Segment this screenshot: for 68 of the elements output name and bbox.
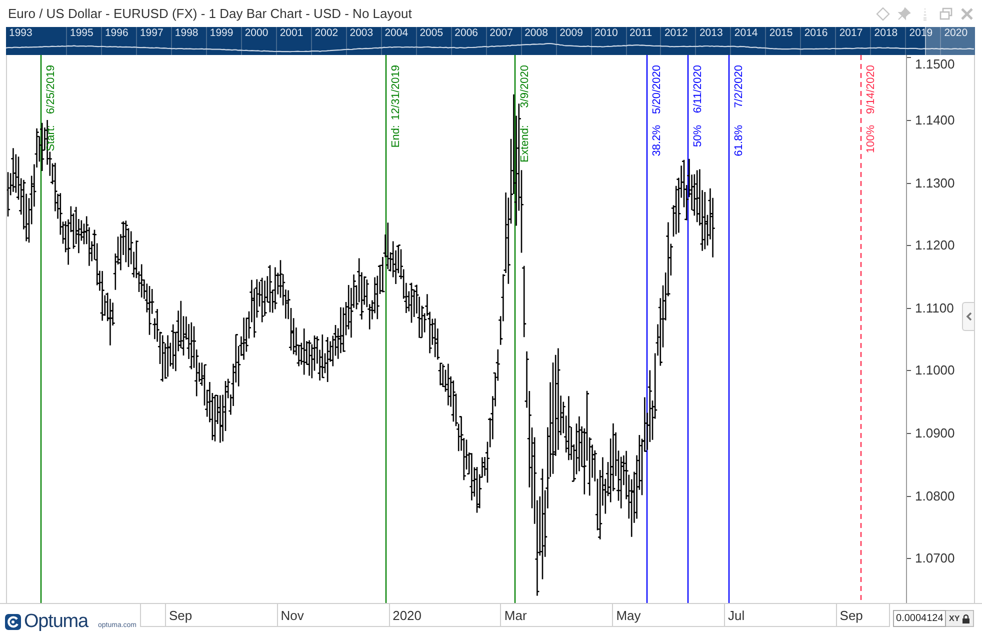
price-tick-label: 1.1200 [915,238,955,253]
year-label: 2011 [630,27,652,39]
year-label: 1996 [104,27,128,39]
cycle-name-label: 50% [692,125,704,148]
diamond-icon[interactable] [876,6,890,20]
price-tick-label: 1.1000 [915,362,955,378]
year-label: 2018 [874,27,898,39]
chevron-left-icon [966,312,972,321]
year-label: 2009 [560,27,583,39]
cycle-name-label: 100% [865,125,877,154]
pin-icon[interactable] [897,6,911,20]
brand-name: Optuma [24,610,88,632]
price-tick-label: 1.0700 [915,550,955,566]
time-axis-label: Sep [169,608,192,622]
price-tick-label: 1.1300 [915,175,955,190]
year-label: 2012 [664,27,688,39]
year-label: 2017 [839,27,863,39]
cycle-date-label: 9/14/2020 [865,65,877,114]
lock-icon [962,614,970,624]
time-axis-label: Jul [728,608,745,622]
collapse-tab[interactable] [962,302,974,331]
year-label: 2013 [699,27,723,39]
cycle-date-label: 6/11/2020 [692,65,704,114]
year-label: 2004 [384,27,408,39]
year-label: 2002 [314,27,338,39]
year-label: 2003 [350,27,374,39]
cycle-name-label: Extend: [519,125,531,162]
cycle-date-label: 3/9/2020 [519,65,531,108]
time-axis-label: Nov [280,608,304,622]
year-label: 2007 [490,27,513,39]
price-tick-label: 1.1400 [915,112,955,128]
logo-icon [5,614,21,630]
year-label: 2020 [944,27,968,39]
year-label: 2010 [594,27,618,39]
year-label: 1995 [70,27,94,39]
year-label: 1999 [210,27,234,39]
year-label: 2005 [420,27,444,39]
price-tick-label: 1.0900 [915,426,955,440]
cycle-date-label: 5/20/2020 [651,65,663,114]
close-icon[interactable] [960,6,974,20]
year-label: 1997 [140,27,164,39]
year-label: 1993 [9,27,32,39]
price-tick-label: 1.1500 [915,56,955,72]
year-label: 2008 [524,27,548,39]
cycle-date-label: 6/25/2019 [45,65,57,114]
year-label: 2001 [280,27,304,39]
cycle-name-label: 38.2% [651,125,663,156]
year-label: 2014 [734,27,758,39]
cycle-date-label: 12/31/2019 [390,65,402,120]
cursor-value-field: 0.0004124 [893,610,946,627]
xy-lock-button[interactable]: XY [946,610,974,627]
year-label: 1998 [174,27,198,39]
time-axis-label: Sep [840,608,863,622]
year-label: 2016 [804,27,828,39]
year-label: 2000 [244,27,268,39]
cycle-name-label: 61.8% [733,125,745,156]
year-label: 2006 [454,27,478,39]
year-label: 2015 [769,27,793,39]
price-tick-label: 1.0800 [915,488,955,504]
price-tick-label: 1.1100 [915,300,954,316]
cycle-name-label: End: [390,125,402,148]
cycle-date-label: 7/2/2020 [733,65,745,108]
window-title: Euro / US Dollar - EURUSD (FX) - 1 Day Bar Chart - USD - No Layout [8,6,413,21]
cycle-name-label: Start: [45,125,57,152]
time-axis-label: May [616,608,641,622]
restore-window-icon[interactable] [939,6,953,20]
time-axis-label: 2020 [392,608,422,622]
time-axis-label: Mar [504,608,527,622]
